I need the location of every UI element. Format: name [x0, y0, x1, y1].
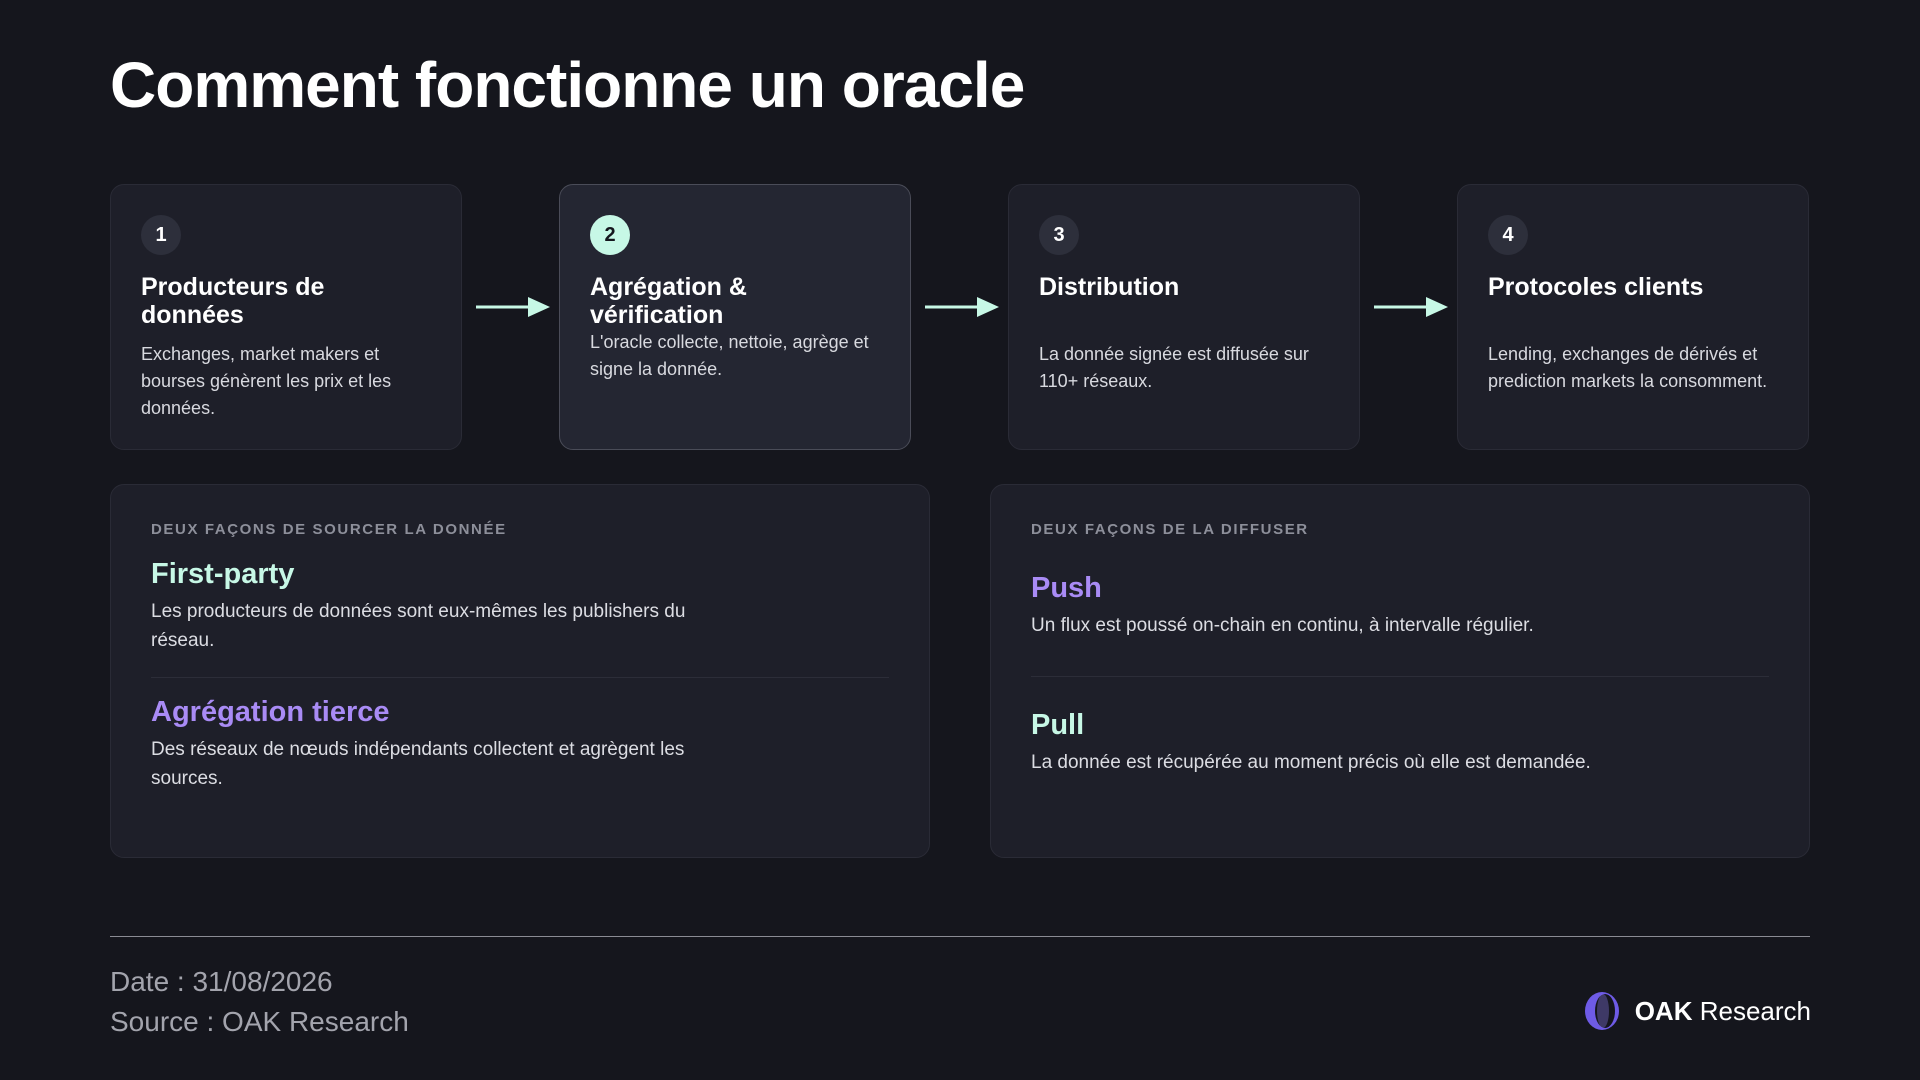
step-title-4: Protocoles clients [1488, 273, 1704, 301]
step-description-4: Lending, exchanges de dérivés et predict… [1488, 344, 1768, 391]
step-card-4: 4 Protocoles clients Lending, exchanges … [1457, 184, 1809, 450]
footer-source: Source : OAK Research [110, 1006, 409, 1037]
step-description-3: La donnée signée est diffusée sur 110+ r… [1039, 344, 1309, 391]
step-card-1: 1 Producteurs de données Exchanges, mark… [110, 184, 462, 450]
step-card-3: 3 Distribution La donnée signée est diff… [1008, 184, 1360, 450]
step-description-2: L'oracle collecte, nettoie, agrège et si… [590, 332, 869, 379]
divider [1031, 676, 1769, 677]
step-number-3: 3 [1039, 215, 1079, 255]
page-title: Comment fonctionne un oracle [110, 49, 1025, 121]
divider [151, 677, 889, 678]
sourcing-label: DEUX FAÇONS DE SOURCER LA DONNÉE [151, 521, 507, 538]
option-third-party-aggregation: Agrégation tierce Des réseaux de nœuds i… [151, 696, 889, 793]
option-description: Des réseaux de nœuds indépendants collec… [151, 739, 685, 789]
option-title: First-party [151, 558, 295, 590]
step-title-2: Agrégation & vérification [590, 273, 747, 329]
footer-date: Date : 31/08/2026 [110, 966, 333, 997]
step-number-4: 4 [1488, 215, 1528, 255]
brand-name-regular: Research [1699, 995, 1811, 1026]
option-title: Push [1031, 572, 1102, 604]
brand-logo: OAK Research [1583, 990, 1811, 1032]
step-number-2: 2 [590, 215, 630, 255]
option-pull: Pull La donnée est récupérée au moment p… [1031, 709, 1769, 777]
step-card-2: 2 Agrégation & vérification L'oracle col… [559, 184, 911, 450]
step-description-1: Exchanges, market makers et bourses génè… [141, 344, 392, 418]
arrow-right-icon [1374, 297, 1448, 317]
sourcing-panel: DEUX FAÇONS DE SOURCER LA DONNÉE First-p… [110, 484, 930, 858]
step-number-1: 1 [141, 215, 181, 255]
option-title: Agrégation tierce [151, 696, 390, 728]
oak-logo-icon [1584, 992, 1619, 1030]
arrow-right-icon [476, 297, 550, 317]
option-push: Push Un flux est poussé on-chain en cont… [1031, 572, 1769, 640]
distribution-panel: DEUX FAÇONS DE LA DIFFUSER Push Un flux … [990, 484, 1810, 858]
option-description: Les producteurs de données sont eux-même… [151, 601, 686, 651]
oracle-steps: 1 Producteurs de données Exchanges, mark… [110, 184, 1810, 452]
footer-meta: Date : 31/08/2026 Source : OAK Research [110, 962, 409, 1042]
option-first-party: First-party Les producteurs de données s… [151, 558, 889, 655]
step-title-3: Distribution [1039, 273, 1180, 301]
option-title: Pull [1031, 709, 1085, 741]
step-title-1: Producteurs de données [141, 273, 325, 329]
distribution-label: DEUX FAÇONS DE LA DIFFUSER [1031, 521, 1309, 538]
option-description: La donnée est récupérée au moment précis… [1031, 752, 1591, 773]
brand-name: OAK Research [1635, 996, 1811, 1027]
slide: Comment fonctionne un oracle 1 Producteu… [0, 0, 1920, 1080]
option-description: Un flux est poussé on-chain en continu, … [1031, 615, 1534, 636]
arrow-right-icon [925, 297, 999, 317]
brand-name-bold: OAK [1634, 995, 1693, 1026]
footer-divider [110, 936, 1810, 937]
